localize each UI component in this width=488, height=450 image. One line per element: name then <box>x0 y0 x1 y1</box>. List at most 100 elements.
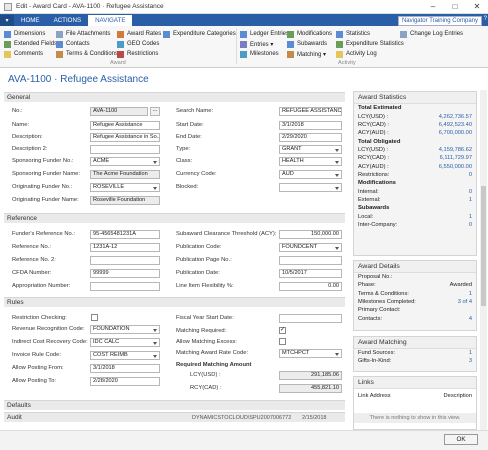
indirect-cost-recovery-select[interactable]: IDC CALC <box>90 338 160 347</box>
no-field[interactable]: AVA-1100 <box>90 107 148 116</box>
minimize-button[interactable]: – <box>422 0 444 14</box>
scrollbar[interactable] <box>480 90 487 430</box>
ribbon-divider <box>236 28 237 64</box>
matching-dropdown[interactable]: Matching ▾ <box>287 49 332 59</box>
close-button[interactable]: ✕ <box>466 0 488 14</box>
matching-required-checkbox[interactable]: ✓ <box>279 327 286 334</box>
rules-fasttab[interactable]: Rules <box>4 297 345 307</box>
maximize-button[interactable]: □ <box>444 0 466 14</box>
class-select[interactable]: HEALTH <box>279 157 342 166</box>
subawards-button[interactable]: Subawards <box>287 39 332 49</box>
no-assist-button[interactable]: ... <box>150 107 160 116</box>
ribbon-group-award: Award <box>110 60 126 66</box>
audit-user: DYNAMICSTOCLOUD\SPU2007006772 <box>192 414 292 421</box>
appropriation-number-field[interactable] <box>90 282 160 291</box>
funder-reference-no-field[interactable]: 95-4565481231A <box>90 230 160 239</box>
help-icon[interactable]: ? <box>484 16 487 22</box>
blocked-select[interactable] <box>279 183 342 192</box>
ok-button[interactable]: OK <box>444 434 478 445</box>
sponsoring-funder-name-field: The Acme Foundation <box>90 170 160 179</box>
ribbon-group-activity: Activity <box>338 60 356 66</box>
reference-no-field[interactable]: 1231A-12 <box>90 243 160 252</box>
cfda-number-field[interactable]: 99999 <box>90 269 160 278</box>
subawards-heading: Subawards <box>358 205 390 212</box>
links-header-row: Link Address Description <box>358 393 472 399</box>
app-icon <box>4 2 12 11</box>
detail-row: Phase: Awarded <box>358 282 472 289</box>
contacts-button[interactable]: Contacts <box>56 39 118 49</box>
tab-home[interactable]: HOME <box>14 15 47 26</box>
geo-codes-button[interactable]: GEO Codes <box>117 39 161 49</box>
reference-no2-field[interactable] <box>90 256 160 265</box>
activity-log-button[interactable]: Activity Log <box>336 49 404 59</box>
revenue-recognition-code-select[interactable]: FOUNDATION <box>90 325 160 334</box>
type-select[interactable]: GRANT <box>279 145 342 154</box>
end-date-field[interactable]: 2/29/2020 <box>279 133 342 142</box>
line-item-flexibility-field[interactable]: 0.00 <box>279 282 342 291</box>
required-matching-lcy-label: LCY(USD) : <box>190 372 221 378</box>
invoice-rule-code-label: Invoice Rule Code: <box>12 352 61 358</box>
publication-page-no-field[interactable] <box>279 256 342 265</box>
award-rates-button[interactable]: Award Rates <box>117 29 161 39</box>
type-label: Type: <box>176 146 191 152</box>
cfda-number-label: CFDA Number: <box>12 270 52 276</box>
modifications-button[interactable]: Modifications <box>287 29 332 39</box>
comments-button[interactable]: Comments <box>4 49 57 59</box>
funder-reference-no-label: Funder's Reference No.: <box>12 231 75 237</box>
tab-navigate[interactable]: NAVIGATE <box>88 15 133 26</box>
audit-fasttab[interactable]: Audit DYNAMICSTOCLOUD\SPU2007006772 2/15… <box>4 412 345 422</box>
name-field[interactable]: Refugee Assistance <box>90 121 160 130</box>
allow-matching-excess-checkbox[interactable] <box>279 338 286 345</box>
tab-actions[interactable]: ACTIONS <box>47 15 89 26</box>
window-title: Edit - Award Card - AVA-1100 · Refugee A… <box>16 3 164 10</box>
milestones-button[interactable]: Milestones <box>240 49 289 59</box>
ledger-entries-button[interactable]: Ledger Entries <box>240 29 289 39</box>
currency-code-select[interactable]: AUD <box>279 170 342 179</box>
extended-fields-button[interactable]: Extended Fields <box>4 39 57 49</box>
award-statistics-factbox: Award Statistics Total Estimated LCY(USD… <box>353 91 477 256</box>
company-name[interactable]: Navigator Training Company <box>397 16 482 26</box>
expenditure-categories-button[interactable]: Expenditure Categories <box>163 29 236 39</box>
footer-bar <box>0 430 488 450</box>
indirect-cost-recovery-label: Indirect Cost Recovery Code: <box>12 339 88 345</box>
links-empty-message: There is nothing to show in this view. <box>354 413 476 423</box>
publication-code-select[interactable]: FOUNDCENT <box>279 243 342 252</box>
general-fasttab[interactable]: General <box>4 92 345 102</box>
allow-posting-to-field[interactable]: 2/28/2020 <box>90 377 160 386</box>
publication-date-field[interactable]: 10/5/2017 <box>279 269 342 278</box>
subaward-threshold-field[interactable]: 150,000.00 <box>279 230 342 239</box>
defaults-fasttab[interactable]: Defaults <box>4 400 345 410</box>
restriction-checking-label: Restriction Checking: <box>12 315 67 321</box>
ledger-icon <box>240 30 247 38</box>
entries-dropdown[interactable]: Entries ▾ <box>240 39 289 49</box>
search-name-field[interactable]: REFUGEE ASSISTANCE <box>279 107 342 116</box>
stat-row: Internal: 0 <box>358 188 472 195</box>
description2-field[interactable] <box>90 145 160 154</box>
restriction-checking-checkbox[interactable] <box>91 314 98 321</box>
matching-award-rate-code-select[interactable]: MTCHPCT <box>279 349 342 358</box>
start-date-field[interactable]: 3/1/2018 <box>279 121 342 130</box>
restrictions-button[interactable]: Restrictions <box>117 49 161 59</box>
contacts-icon <box>56 40 63 48</box>
award-matching-title: Award Matching <box>354 337 476 349</box>
expenditure-statistics-button[interactable]: Expenditure Statistics <box>336 39 404 49</box>
invoice-rule-code-select[interactable]: COST REIMB <box>90 351 160 360</box>
statistics-button[interactable]: Statistics <box>336 29 404 39</box>
file-attachments-button[interactable]: File Attachments <box>56 29 118 39</box>
originating-funder-no-field[interactable]: ROSEVILLE <box>90 183 160 192</box>
scrollbar-thumb[interactable] <box>481 186 486 306</box>
sponsoring-funder-no-field[interactable]: ACME <box>90 157 160 166</box>
app-menu-button[interactable]: ▾ <box>0 15 14 26</box>
allow-posting-from-field[interactable]: 3/1/2018 <box>90 364 160 373</box>
description-label: Description: <box>12 134 43 140</box>
reference-fasttab[interactable]: Reference <box>4 213 345 223</box>
description-field[interactable]: Refugee Assistance in So... <box>90 133 160 142</box>
dimensions-button[interactable]: Dimensions <box>4 29 57 39</box>
originating-funder-no-label: Originating Funder No.: <box>12 184 73 190</box>
change-log-icon <box>400 30 407 38</box>
fiscal-year-start-field[interactable] <box>279 314 342 323</box>
matching-award-rate-code-label: Matching Award Rate Code: <box>176 350 249 356</box>
total-estimated-heading: Total Estimated <box>358 105 402 112</box>
change-log-entries-button[interactable]: Change Log Entries <box>400 29 463 39</box>
terms-conditions-button[interactable]: Terms & Conditions <box>56 49 118 59</box>
